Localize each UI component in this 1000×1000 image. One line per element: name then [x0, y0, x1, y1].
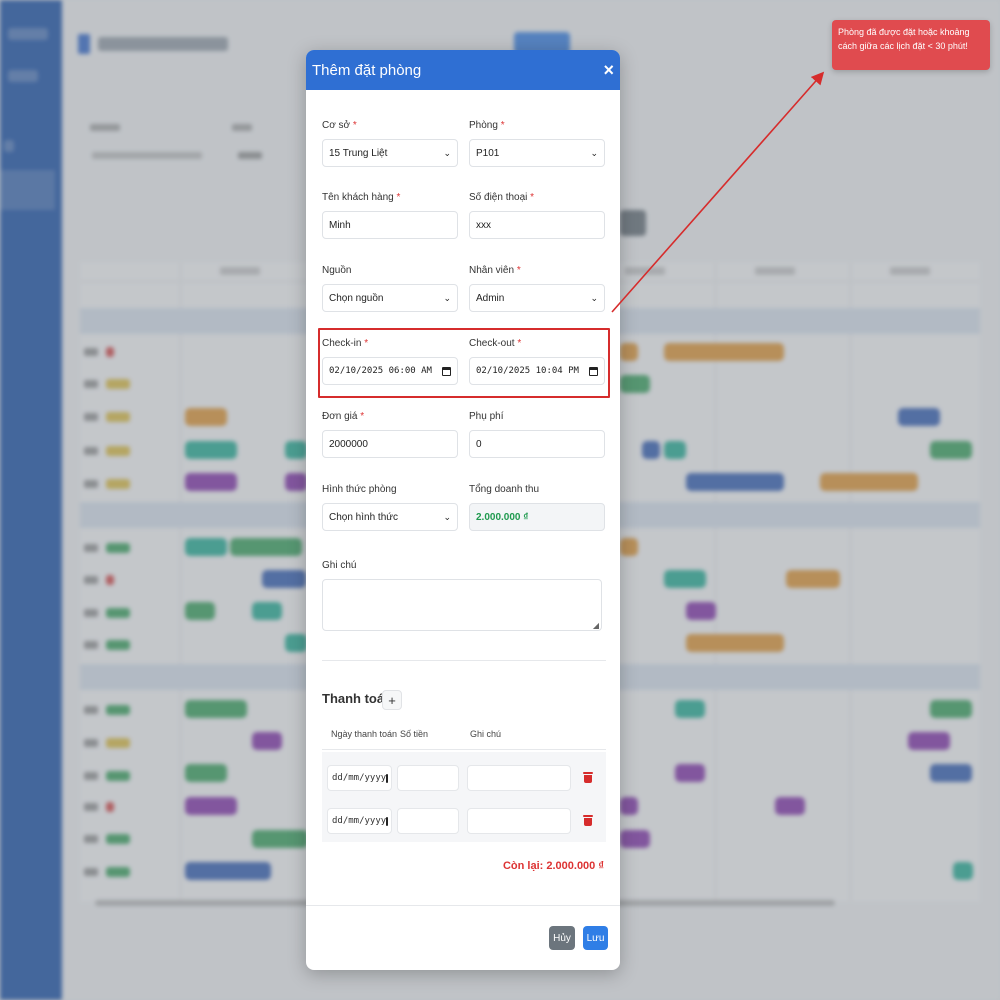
- divider: [322, 660, 606, 661]
- resize-handle-icon[interactable]: ◢: [593, 621, 599, 630]
- chevron-down-icon: ⌄: [590, 292, 598, 303]
- so-dien-thoai-input[interactable]: xxx: [469, 211, 605, 239]
- payment-date-input[interactable]: dd/mm/yyyy: [327, 765, 392, 791]
- payment-date-input[interactable]: dd/mm/yyyy: [327, 808, 392, 834]
- field-nguon: Nguồn Chọn nguồn ⌄: [322, 265, 458, 312]
- trash-icon[interactable]: [583, 772, 593, 783]
- field-check-in: Check-in * 02/10/2025 06:00 AM: [322, 338, 458, 385]
- payment-col-note: Ghi chú: [470, 729, 502, 739]
- ten-khach-hang-input[interactable]: Minh: [322, 211, 458, 239]
- nhan-vien-select[interactable]: Admin ⌄: [469, 284, 605, 312]
- error-toast: Phòng đã được đặt hoặc khoảng cách giữa …: [832, 20, 990, 70]
- field-phu-phi: Phụ phí 0: [469, 411, 605, 458]
- cancel-button[interactable]: Hủy: [549, 926, 575, 950]
- co-so-select[interactable]: 15 Trung Liệt ⌄: [322, 139, 458, 167]
- phong-select[interactable]: P101 ⌄: [469, 139, 605, 167]
- chevron-down-icon: ⌄: [443, 147, 451, 158]
- payment-note-input[interactable]: [467, 765, 571, 791]
- chevron-down-icon: ⌄: [590, 147, 598, 158]
- tong-doanh-thu-label: Tổng doanh thu: [469, 484, 540, 495]
- save-button[interactable]: Lưu: [583, 926, 608, 950]
- check-in-datetime-input[interactable]: 02/10/2025 06:00 AM: [322, 357, 458, 385]
- calendar-icon[interactable]: [386, 773, 389, 783]
- modal-header: Thêm đặt phòng ×: [306, 50, 620, 90]
- close-icon[interactable]: ×: [603, 61, 614, 79]
- remaining-amount: Còn lại: 2.000.000 ₫: [502, 860, 604, 872]
- payment-col-date: Ngày thanh toán: [331, 729, 398, 739]
- payment-note-input[interactable]: [467, 808, 571, 834]
- tong-doanh-thu-value: 2.000.000 ₫: [469, 503, 605, 531]
- field-so-dien-thoai: Số điện thoại * xxx: [469, 192, 605, 239]
- field-ten-khach-hang: Tên khách hàng * Minh: [322, 192, 458, 239]
- phu-phi-input[interactable]: 0: [469, 430, 605, 458]
- modal-title: Thêm đặt phòng: [312, 61, 422, 79]
- ghi-chu-textarea[interactable]: ◢: [322, 579, 602, 631]
- check-out-datetime-input[interactable]: 02/10/2025 10:04 PM: [469, 357, 605, 385]
- add-payment-button[interactable]: +: [382, 690, 402, 710]
- field-tong-doanh-thu: Tổng doanh thu 2.000.000 ₫: [469, 484, 605, 531]
- payment-amount-input[interactable]: [397, 808, 459, 834]
- ten-khach-hang-label: Tên khách hàng: [322, 192, 394, 203]
- payment-header-divider: [322, 749, 606, 750]
- co-so-label: Cơ sở: [322, 120, 351, 131]
- nguon-select[interactable]: Chọn nguồn ⌄: [322, 284, 458, 312]
- field-don-gia: Đơn giá * 2000000: [322, 411, 458, 458]
- so-dien-thoai-label: Số điện thoại: [469, 192, 528, 203]
- payment-amount-input[interactable]: [397, 765, 459, 791]
- don-gia-input[interactable]: 2000000: [322, 430, 458, 458]
- phu-phi-label: Phụ phí: [469, 411, 504, 422]
- field-phong: Phòng * P101 ⌄: [469, 120, 605, 167]
- calendar-icon[interactable]: [386, 816, 389, 826]
- hinh-thuc-phong-label: Hình thức phòng: [322, 484, 397, 495]
- trash-icon[interactable]: [583, 815, 593, 826]
- nhan-vien-label: Nhân viên: [469, 265, 515, 276]
- phong-label: Phòng: [469, 120, 498, 131]
- nguon-label: Nguồn: [322, 265, 352, 276]
- field-ghi-chu: Ghi chú ◢: [322, 560, 602, 631]
- don-gia-label: Đơn giá: [322, 411, 358, 422]
- hinh-thuc-phong-select[interactable]: Chọn hình thức ⌄: [322, 503, 458, 531]
- field-hinh-thuc-phong: Hình thức phòng Chọn hình thức ⌄: [322, 484, 458, 531]
- ghi-chu-label: Ghi chú: [322, 560, 357, 571]
- check-in-label: Check-in: [322, 338, 362, 349]
- payment-col-amount: Số tiền: [400, 729, 429, 739]
- calendar-icon[interactable]: [442, 366, 451, 376]
- modal-footer-divider: [306, 905, 620, 906]
- chevron-down-icon: ⌄: [443, 511, 451, 522]
- field-nhan-vien: Nhân viên * Admin ⌄: [469, 265, 605, 312]
- check-out-label: Check-out: [469, 338, 515, 349]
- calendar-icon[interactable]: [589, 366, 598, 376]
- field-check-out: Check-out * 02/10/2025 10:04 PM: [469, 338, 605, 385]
- field-co-so: Cơ sở * 15 Trung Liệt ⌄: [322, 120, 458, 167]
- chevron-down-icon: ⌄: [443, 292, 451, 303]
